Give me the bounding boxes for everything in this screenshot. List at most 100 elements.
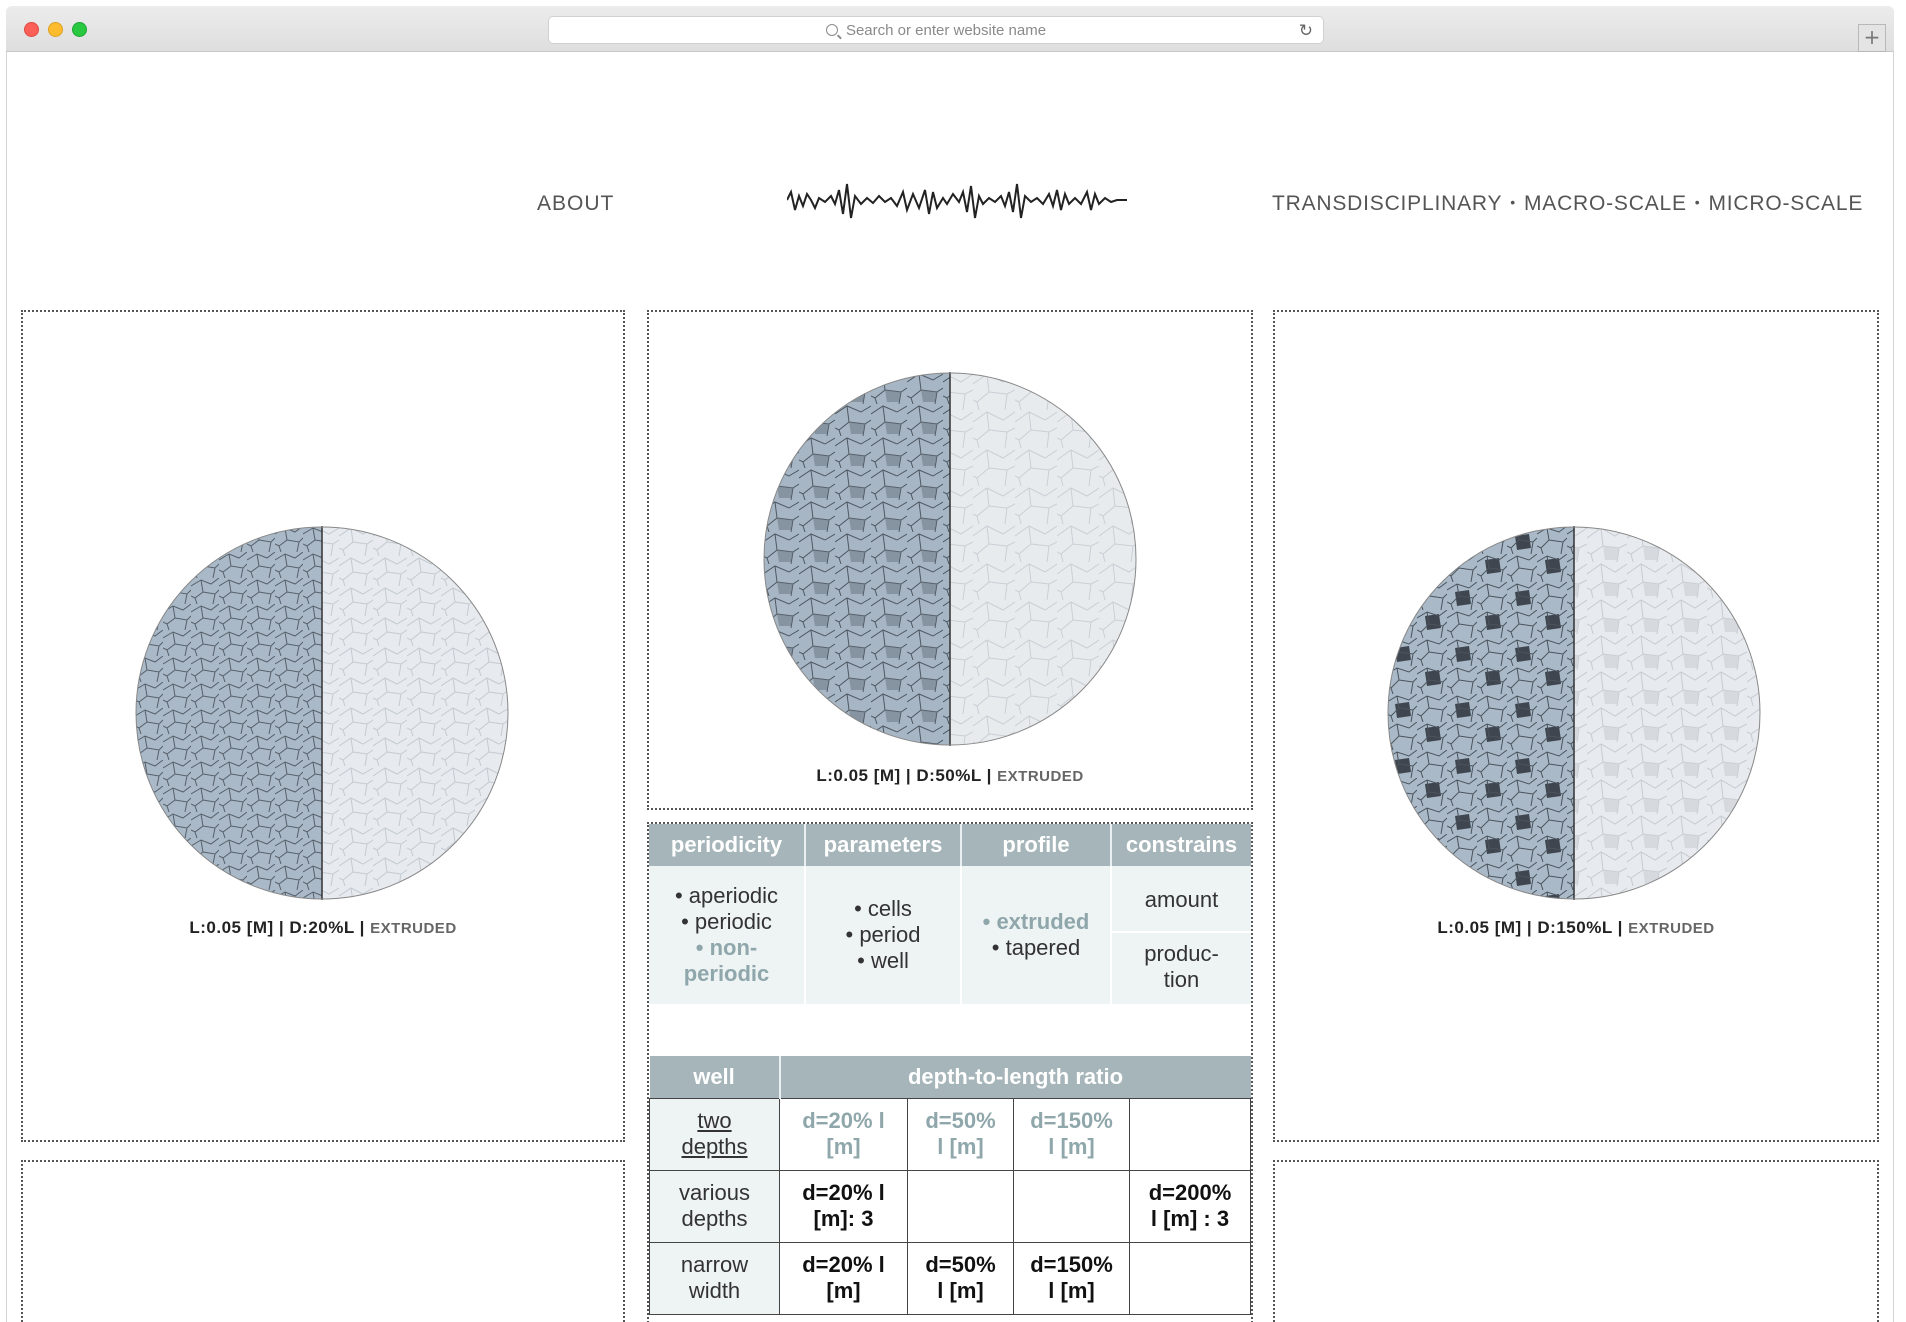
row-label-text: various: [679, 1180, 750, 1205]
list-item[interactable]: • well: [806, 948, 960, 974]
new-tab-button[interactable]: +: [1858, 24, 1886, 52]
profile-cell: • extruded • tapered: [961, 866, 1112, 1004]
nav-separator: •: [1694, 194, 1701, 210]
sphere-caption: L:0.05 [M] | D:150%L | EXTRUDED: [1275, 918, 1877, 938]
row-label-text: width: [688, 1278, 741, 1303]
nav-transdisciplinary-link[interactable]: TRANSDISCIPLINARY: [1272, 192, 1502, 215]
nav-menu: TRANSDISCIPLINARY • MACRO-SCALE • MICRO-SCAL…: [1272, 192, 1863, 216]
list-item[interactable]: • cells: [806, 896, 960, 922]
list-item-label: produc-: [1144, 941, 1219, 966]
cell-line: [m]: [826, 1134, 861, 1159]
reload-icon[interactable]: ↻: [1299, 21, 1313, 41]
zoom-window-button[interactable]: [72, 22, 87, 37]
constrains-cell: amount produc- tion: [1111, 866, 1251, 1004]
close-window-button[interactable]: [24, 22, 39, 37]
sphere-caption: L:0.05 [M] | D:20%L | EXTRUDED: [23, 918, 623, 938]
list-item-selected[interactable]: periodic: [649, 961, 804, 987]
parameters-cell: • cells • period • well: [805, 866, 962, 1004]
table-cell[interactable]: d=20% l [m]: [779, 1097, 908, 1171]
caption-parameters: L:0.05 [M] | D:150%L |: [1437, 918, 1629, 937]
row-label-text: narrow: [680, 1252, 749, 1277]
address-placeholder: Search or enter website name: [845, 21, 1047, 39]
search-icon: [825, 24, 838, 36]
caption-profile: EXTRUDED: [370, 920, 457, 937]
cell-line: d=200%: [1148, 1180, 1232, 1205]
parameters-table: periodicity parameters profile constrain…: [649, 824, 1251, 1004]
nav-micro-scale-link[interactable]: MICRO-SCALE: [1709, 192, 1864, 215]
caption-parameters: L:0.05 [M] | D:50%L |: [816, 766, 998, 785]
cell-line: d=150%: [1030, 1252, 1113, 1277]
caption-parameters: L:0.05 [M] | D:20%L |: [189, 918, 371, 937]
minimize-window-button[interactable]: [48, 22, 63, 37]
panel-center[interactable]: L:0.05 [M] | D:50%L | EXTRUDED: [647, 310, 1253, 810]
table-cell[interactable]: [1129, 1241, 1251, 1315]
nav-about-link[interactable]: ABOUT: [537, 192, 614, 216]
table-cell[interactable]: [907, 1169, 1014, 1243]
table-header: periodicity: [649, 824, 806, 866]
table-cell[interactable]: d=20% l [m]: 3: [779, 1169, 908, 1243]
table-row: narrow width d=20% l [m] d=50% l [m] d=150…: [649, 1241, 1251, 1315]
panel-left[interactable]: L:0.05 [M] | D:20%L | EXTRUDED: [21, 310, 625, 1142]
table-header: depth-to-length ratio: [779, 1056, 1251, 1098]
row-label: various depths: [649, 1169, 780, 1243]
cell-line: l [m] : 3: [1150, 1206, 1230, 1231]
panel-center-tables: periodicity parameters profile constrain…: [647, 822, 1253, 1322]
row-label-link[interactable]: two: [697, 1108, 731, 1133]
table-cell[interactable]: d=200% l [m] : 3: [1129, 1169, 1251, 1243]
cell-line: l [m]: [1048, 1278, 1095, 1303]
table-cell[interactable]: d=20% l [m]: [779, 1241, 908, 1315]
cell-line: [m]: [826, 1278, 861, 1303]
list-item[interactable]: • aperiodic: [649, 883, 804, 909]
table-header: parameters: [805, 824, 962, 866]
page-content: ABOUT TRANSDISCIPLINARY • MACRO-SCALE • MICR…: [6, 52, 1894, 1322]
table-cell[interactable]: d=50% l [m]: [907, 1241, 1014, 1315]
table-cell[interactable]: d=50% l [m]: [907, 1097, 1014, 1171]
table-row: two depths d=20% l [m] d=50% l [m] d=150% l…: [649, 1097, 1251, 1171]
table-cell[interactable]: d=150% l [m]: [1013, 1241, 1130, 1315]
cell-line: d=20% l: [802, 1180, 885, 1205]
table-header: well: [649, 1056, 781, 1098]
cell-line: d=50%: [925, 1108, 996, 1133]
row-label[interactable]: two depths: [649, 1097, 780, 1171]
cell-line: l [m]: [937, 1134, 984, 1159]
row-label: narrow width: [649, 1241, 780, 1315]
cell-line: d=150%: [1030, 1108, 1113, 1133]
list-item[interactable]: produc- tion: [1112, 933, 1251, 1003]
list-item[interactable]: • period: [806, 922, 960, 948]
table-row: various depths d=20% l [m]: 3 d=200% l [m]…: [649, 1169, 1251, 1243]
cell-line: l [m]: [937, 1278, 984, 1303]
sphere-caption: L:0.05 [M] | D:50%L | EXTRUDED: [649, 766, 1251, 786]
cell-line: [m]: 3: [813, 1206, 874, 1231]
browser-toolbar: Search or enter website name ↻ +: [6, 6, 1894, 52]
table-header: profile: [961, 824, 1112, 866]
row-label-link[interactable]: depths: [681, 1134, 747, 1159]
periodicity-cell: • aperiodic • periodic • non- periodic: [649, 866, 806, 1004]
list-item[interactable]: • tapered: [962, 935, 1110, 961]
list-item-label: tion: [1163, 967, 1200, 992]
sphere-diffuser-image: [763, 372, 1137, 746]
cell-line: d=20% l: [802, 1108, 885, 1133]
table-cell[interactable]: [1013, 1169, 1130, 1243]
table-cell[interactable]: d=150% l [m]: [1013, 1097, 1130, 1171]
cell-line: d=50%: [925, 1252, 996, 1277]
list-item[interactable]: amount: [1112, 867, 1251, 933]
sphere-diffuser-image: [135, 526, 509, 900]
caption-profile: EXTRUDED: [1628, 920, 1715, 937]
depth-ratio-table: well depth-to-length ratio two depths d=…: [649, 1056, 1251, 1315]
list-item-selected[interactable]: • non-: [649, 935, 804, 961]
nav-separator: •: [1510, 194, 1516, 210]
caption-profile: EXTRUDED: [997, 768, 1084, 785]
table-cell[interactable]: [1129, 1097, 1251, 1171]
nav-macro-scale-link[interactable]: MACRO-SCALE: [1524, 192, 1687, 215]
list-item-selected[interactable]: • extruded: [962, 909, 1110, 935]
row-label-text: depths: [681, 1206, 748, 1231]
address-bar[interactable]: Search or enter website name ↻: [548, 16, 1324, 44]
table-header: constrains: [1111, 824, 1251, 866]
panel-right-lower[interactable]: [1273, 1160, 1879, 1322]
cell-line: l [m]: [1048, 1134, 1095, 1159]
panel-left-lower[interactable]: [21, 1160, 625, 1322]
cell-line: d=20% l: [802, 1252, 885, 1277]
panel-right[interactable]: L:0.05 [M] | D:150%L | EXTRUDED: [1273, 310, 1879, 1142]
list-item[interactable]: • periodic: [649, 909, 804, 935]
waveform-logo-icon[interactable]: [787, 170, 1127, 232]
